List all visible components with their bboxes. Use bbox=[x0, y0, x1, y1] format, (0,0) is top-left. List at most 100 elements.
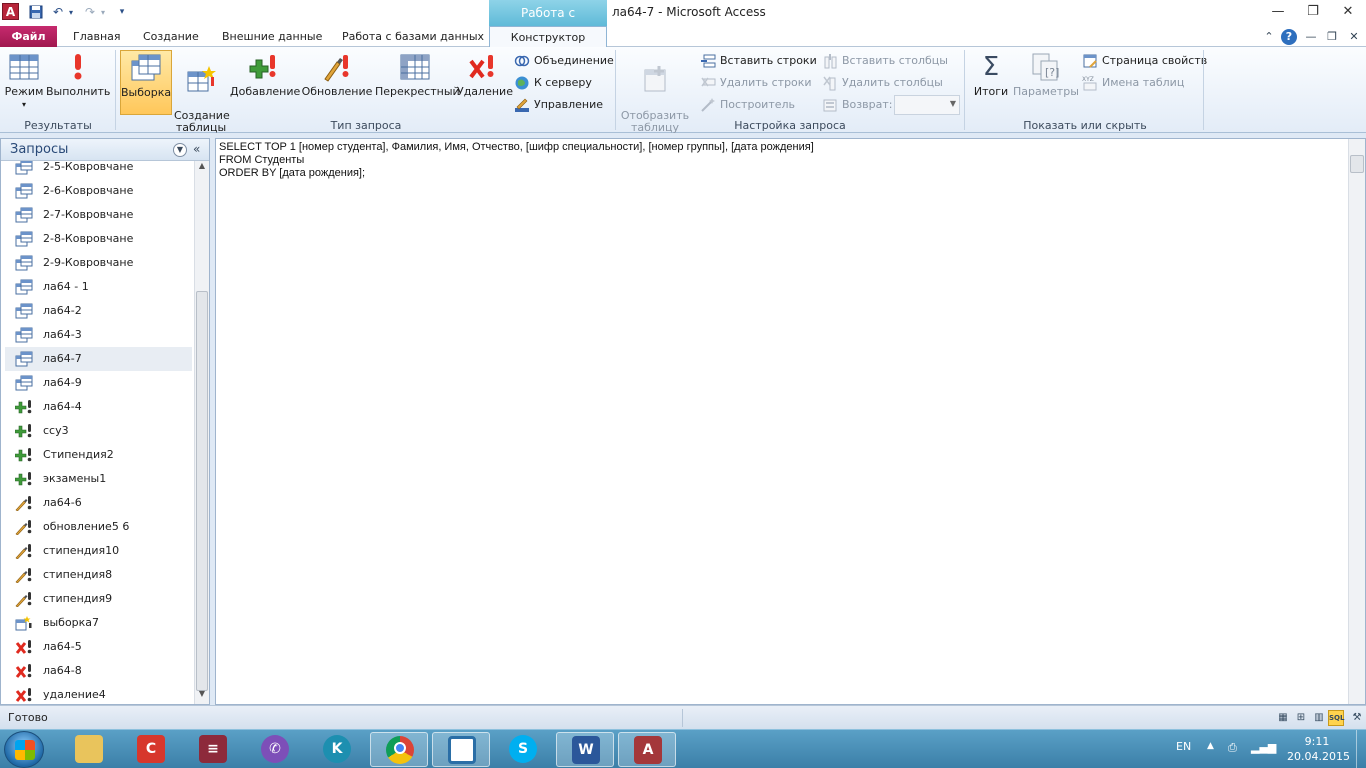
nav-item-query[interactable]: ла64-8 bbox=[5, 659, 192, 683]
taskbar-ccleaner[interactable]: C bbox=[122, 732, 180, 767]
tray-clock[interactable]: 9:11 20.04.2015 bbox=[1287, 734, 1350, 764]
crosstab-query-button[interactable]: Перекрестный bbox=[375, 50, 460, 115]
nav-item-query[interactable]: 2-7-Ковровчане bbox=[5, 203, 192, 227]
help-icon[interactable]: ? bbox=[1281, 29, 1297, 45]
nav-item-query[interactable]: выборка7 bbox=[5, 611, 192, 635]
table-names-button[interactable]: XYZ Имена таблиц bbox=[1082, 74, 1184, 92]
sql-editor[interactable]: SELECT TOP 1 [номер студента], Фамилия, … bbox=[215, 138, 1366, 705]
nav-item-query[interactable]: 2-6-Ковровчане bbox=[5, 179, 192, 203]
taskbar-skype[interactable]: S bbox=[494, 732, 552, 767]
nav-item-query[interactable]: ла64-2 bbox=[5, 299, 192, 323]
select-query-button[interactable]: Выборка bbox=[120, 50, 172, 115]
sql-scrollbar[interactable] bbox=[1348, 139, 1365, 704]
nav-item-query[interactable]: стипендия9 bbox=[5, 587, 192, 611]
nav-item-query[interactable]: ла64-5 bbox=[5, 635, 192, 659]
data-definition-query-button[interactable]: Управление bbox=[514, 96, 603, 114]
tab-database-tools[interactable]: Работа с базами данных bbox=[336, 26, 490, 47]
access-app-icon[interactable]: A bbox=[2, 3, 19, 20]
tray-expand-icon[interactable]: ▲ bbox=[1207, 741, 1214, 751]
sql-text[interactable]: SELECT TOP 1 [номер студента], Фамилия, … bbox=[219, 141, 814, 180]
undo-icon[interactable]: ↶ bbox=[50, 3, 66, 21]
nav-item-query[interactable]: экзамены1 bbox=[5, 467, 192, 491]
nav-item-query[interactable]: удаление4 bbox=[5, 683, 192, 704]
taskbar-window-app[interactable] bbox=[432, 732, 490, 767]
taskbar-chrome[interactable] bbox=[370, 732, 428, 767]
pivot-table-view-icon[interactable]: ⊞ bbox=[1293, 710, 1309, 726]
delete-columns-button[interactable]: Удалить столбцы bbox=[822, 74, 943, 92]
delete-rows-button[interactable]: Удалить строки bbox=[700, 74, 812, 92]
close-button[interactable]: ✕ bbox=[1334, 2, 1362, 22]
scroll-thumb[interactable] bbox=[1350, 155, 1364, 173]
nav-item-query[interactable]: ссу3 bbox=[5, 419, 192, 443]
nav-item-query[interactable]: стипендия8 bbox=[5, 563, 192, 587]
customize-qat-icon[interactable]: ▾ bbox=[116, 3, 128, 21]
nav-item-query[interactable]: обновление5 6 bbox=[5, 515, 192, 539]
property-sheet-button[interactable]: Страница свойств bbox=[1082, 52, 1207, 70]
tray-device-icon[interactable]: ⎙ bbox=[1228, 741, 1237, 755]
return-combo[interactable]: ▼ bbox=[894, 95, 960, 115]
nav-header[interactable]: Запросы ▼ « bbox=[1, 139, 209, 161]
run-button[interactable]: Выполнить bbox=[46, 50, 110, 115]
taskbar-winrar[interactable]: ≡ bbox=[184, 732, 242, 767]
restore-button[interactable]: ❐ bbox=[1299, 2, 1327, 22]
pass-through-query-button[interactable]: К серверу bbox=[514, 74, 592, 92]
network-signal-icon[interactable]: ▂▄▆ bbox=[1251, 741, 1276, 754]
save-icon[interactable] bbox=[26, 3, 46, 21]
scroll-down-icon[interactable]: ▼ bbox=[195, 689, 209, 703]
show-desktop-button[interactable] bbox=[1356, 730, 1366, 768]
nav-item-query[interactable]: 2-9-Ковровчане bbox=[5, 251, 192, 275]
mode-button[interactable]: Режим ▾ bbox=[4, 50, 44, 115]
design-view-icon[interactable]: ⚒ bbox=[1349, 710, 1365, 726]
start-button[interactable] bbox=[4, 731, 44, 768]
sql-view-icon[interactable]: SQL bbox=[1328, 710, 1344, 726]
doc-minimize-icon[interactable]: — bbox=[1303, 29, 1319, 45]
nav-item-query[interactable]: Стипендия2 bbox=[5, 443, 192, 467]
minimize-ribbon-icon[interactable]: ⌃ bbox=[1261, 29, 1277, 45]
nav-item-query[interactable]: ла64 - 1 bbox=[5, 275, 192, 299]
nav-item-query[interactable]: 2-8-Ковровчане bbox=[5, 227, 192, 251]
taskbar-word[interactable]: W bbox=[556, 732, 614, 767]
tab-file[interactable]: Файл bbox=[0, 26, 57, 47]
taskbar-access[interactable]: A bbox=[618, 732, 676, 767]
redo-icon[interactable]: ↷ bbox=[82, 3, 98, 21]
nav-item-query[interactable]: ла64-3 bbox=[5, 323, 192, 347]
insert-rows-button[interactable]: Вставить строки bbox=[700, 52, 817, 70]
language-indicator[interactable]: EN bbox=[1176, 740, 1191, 753]
tab-design[interactable]: Конструктор bbox=[489, 26, 607, 48]
undo-dropdown-icon[interactable]: ▾ bbox=[66, 3, 76, 21]
nav-item-label: ла64-6 bbox=[43, 496, 82, 509]
scroll-up-icon[interactable]: ▲ bbox=[195, 161, 209, 175]
nav-item-query[interactable]: 2-5-Ковровчане bbox=[5, 161, 192, 179]
scroll-thumb[interactable] bbox=[196, 291, 208, 691]
nav-scrollbar[interactable]: ▲ ▼ bbox=[194, 161, 209, 704]
make-table-button[interactable]: Создание таблицы bbox=[174, 50, 230, 134]
redo-dropdown-icon[interactable]: ▾ bbox=[98, 3, 108, 21]
union-query-button[interactable]: Объединение bbox=[514, 52, 614, 70]
tab-external-data[interactable]: Внешние данные bbox=[216, 26, 328, 47]
taskbar-viber[interactable]: ✆ bbox=[246, 732, 304, 767]
shutter-bar-collapse-icon[interactable]: « bbox=[193, 142, 200, 156]
taskbar-explorer[interactable] bbox=[60, 732, 118, 767]
doc-restore-icon[interactable]: ❐ bbox=[1324, 29, 1340, 45]
append-query-button[interactable]: Добавление bbox=[230, 50, 300, 115]
show-table-button[interactable]: Отобразить таблицу bbox=[620, 50, 690, 134]
nav-item-query[interactable]: ла64-9 bbox=[5, 371, 192, 395]
pivot-chart-view-icon[interactable]: ▥ bbox=[1311, 710, 1327, 726]
nav-item-query[interactable]: ла64-6 bbox=[5, 491, 192, 515]
nav-item-query[interactable]: ла64-7 bbox=[5, 347, 192, 371]
tab-create[interactable]: Создание bbox=[137, 26, 205, 47]
delete-query-button[interactable]: Удаление bbox=[457, 50, 513, 115]
update-query-button[interactable]: Обновление bbox=[301, 50, 373, 115]
tab-home[interactable]: Главная bbox=[67, 26, 127, 47]
totals-button[interactable]: Σ Итоги bbox=[970, 50, 1012, 115]
nav-item-query[interactable]: стипендия10 bbox=[5, 539, 192, 563]
datasheet-view-icon[interactable]: ▦ bbox=[1275, 710, 1291, 726]
parameters-button[interactable]: [?] Параметры bbox=[1013, 50, 1079, 115]
builder-button[interactable]: Построитель bbox=[700, 96, 795, 114]
insert-columns-button[interactable]: Вставить столбцы bbox=[822, 52, 948, 70]
taskbar-kaspersky[interactable]: K bbox=[308, 732, 366, 767]
minimize-button[interactable]: — bbox=[1264, 2, 1292, 22]
doc-close-icon[interactable]: ✕ bbox=[1346, 29, 1362, 45]
nav-menu-dropdown-icon[interactable]: ▼ bbox=[173, 143, 187, 157]
nav-item-query[interactable]: ла64-4 bbox=[5, 395, 192, 419]
